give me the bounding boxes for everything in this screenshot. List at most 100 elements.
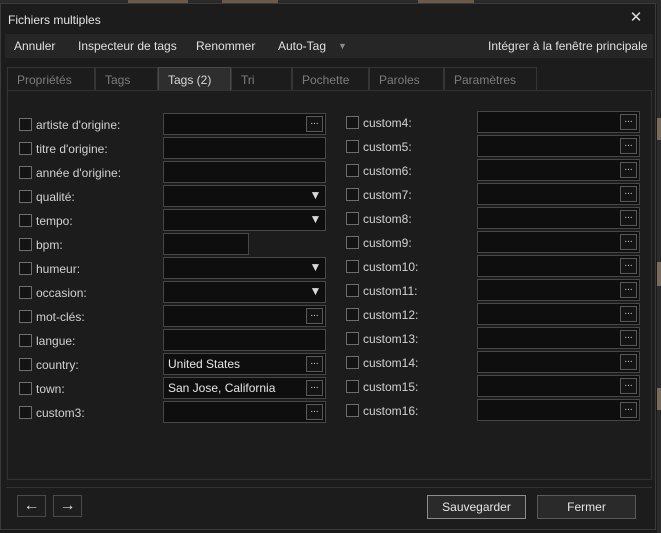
menu-cancel[interactable]: Annuler — [14, 39, 55, 53]
field-checkbox[interactable] — [346, 260, 359, 273]
field-checkbox[interactable] — [19, 406, 32, 419]
field-input[interactable]: ... — [477, 207, 640, 229]
ellipsis-button[interactable]: ... — [620, 354, 637, 370]
field-input[interactable]: ... — [477, 327, 640, 349]
field-input[interactable]: ... — [477, 111, 640, 133]
ellipsis-button[interactable]: ... — [620, 210, 637, 226]
menu-embed-main-window[interactable]: Intégrer à la fenêtre principale — [488, 39, 647, 53]
field-input[interactable]: ... — [477, 351, 640, 373]
field-input[interactable]: ... — [477, 279, 640, 301]
field-checkbox[interactable] — [19, 358, 32, 371]
field-input[interactable]: ... — [477, 231, 640, 253]
field-checkbox[interactable] — [346, 404, 359, 417]
field-checkbox[interactable] — [19, 286, 32, 299]
field-input[interactable] — [163, 329, 326, 351]
field-checkbox[interactable] — [346, 380, 359, 393]
chevron-down-icon[interactable]: ▼ — [308, 212, 323, 228]
ellipsis-button[interactable]: ... — [620, 258, 637, 274]
field-input[interactable]: ... — [477, 183, 640, 205]
close-button[interactable]: Fermer — [537, 495, 636, 519]
tab-tri[interactable]: Tri — [231, 67, 292, 91]
field-dropdown[interactable]: ▼ — [163, 209, 326, 231]
left-field-row: mot-clés:... — [19, 305, 329, 328]
back-arrow-icon[interactable]: ← — [17, 495, 46, 517]
field-input[interactable]: ... — [163, 113, 326, 135]
left-field-row: langue: — [19, 329, 329, 352]
ellipsis-button[interactable]: ... — [306, 356, 323, 372]
ellipsis-button[interactable]: ... — [620, 162, 637, 178]
ellipsis-button[interactable]: ... — [620, 186, 637, 202]
field-checkbox[interactable] — [19, 214, 32, 227]
field-input[interactable]: ... — [477, 399, 640, 421]
tab-tags[interactable]: Tags — [95, 67, 158, 91]
field-checkbox[interactable] — [346, 140, 359, 153]
chevron-down-icon[interactable]: ▼ — [338, 41, 347, 51]
close-icon[interactable]: ✕ — [625, 8, 647, 28]
chevron-down-icon[interactable]: ▼ — [308, 188, 323, 204]
ellipsis-button[interactable]: ... — [620, 330, 637, 346]
field-checkbox[interactable] — [19, 118, 32, 131]
field-label: custom8: — [363, 212, 412, 226]
field-dropdown[interactable]: ▼ — [163, 281, 326, 303]
field-label: artiste d'origine: — [36, 118, 121, 132]
field-input[interactable] — [163, 233, 249, 255]
ellipsis-button[interactable]: ... — [620, 114, 637, 130]
background-thumbnail — [657, 118, 661, 140]
field-checkbox[interactable] — [346, 164, 359, 177]
field-checkbox[interactable] — [346, 356, 359, 369]
menu-tag-inspector[interactable]: Inspecteur de tags — [78, 39, 177, 53]
field-input[interactable]: ... — [477, 159, 640, 181]
field-input[interactable]: ... — [477, 303, 640, 325]
tab-paroles[interactable]: Paroles — [369, 67, 444, 91]
field-input[interactable]: ... — [477, 135, 640, 157]
tab-tags-2[interactable]: Tags (2) — [158, 67, 231, 92]
field-input[interactable]: United States... — [163, 353, 326, 375]
menu-bar: Annuler Inspecteur de tags Renommer Auto… — [5, 34, 653, 58]
save-button[interactable]: Sauvegarder — [427, 495, 526, 519]
tab-paramètres[interactable]: Paramètres — [444, 67, 537, 91]
chevron-down-icon[interactable]: ▼ — [308, 260, 323, 276]
field-input[interactable]: ... — [477, 375, 640, 397]
field-input[interactable]: ... — [163, 401, 326, 423]
ellipsis-button[interactable]: ... — [620, 234, 637, 250]
tab-propriétés[interactable]: Propriétés — [7, 67, 95, 91]
field-checkbox[interactable] — [346, 116, 359, 129]
field-checkbox[interactable] — [346, 188, 359, 201]
field-input[interactable]: San Jose, California... — [163, 377, 326, 399]
field-dropdown[interactable]: ▼ — [163, 185, 326, 207]
menu-auto-tag[interactable]: Auto-Tag — [278, 39, 326, 53]
field-checkbox[interactable] — [19, 310, 32, 323]
forward-arrow-icon[interactable]: → — [53, 495, 82, 517]
field-input[interactable] — [163, 137, 326, 159]
field-dropdown[interactable]: ▼ — [163, 257, 326, 279]
field-checkbox[interactable] — [346, 332, 359, 345]
ellipsis-button[interactable]: ... — [620, 138, 637, 154]
field-checkbox[interactable] — [19, 238, 32, 251]
field-input[interactable]: ... — [163, 305, 326, 327]
ellipsis-button[interactable]: ... — [620, 402, 637, 418]
field-checkbox[interactable] — [19, 142, 32, 155]
ellipsis-button[interactable]: ... — [306, 404, 323, 420]
ellipsis-button[interactable]: ... — [306, 116, 323, 132]
field-checkbox[interactable] — [19, 190, 32, 203]
field-checkbox[interactable] — [346, 308, 359, 321]
ellipsis-button[interactable]: ... — [620, 306, 637, 322]
field-checkbox[interactable] — [346, 212, 359, 225]
left-field-row: titre d'origine: — [19, 137, 329, 160]
window-title: Fichiers multiples — [8, 13, 101, 27]
ellipsis-button[interactable]: ... — [620, 378, 637, 394]
ellipsis-button[interactable]: ... — [306, 380, 323, 396]
field-checkbox[interactable] — [19, 166, 32, 179]
ellipsis-button[interactable]: ... — [306, 308, 323, 324]
field-checkbox[interactable] — [19, 262, 32, 275]
field-input[interactable] — [163, 161, 326, 183]
field-checkbox[interactable] — [19, 382, 32, 395]
tab-pochette[interactable]: Pochette — [292, 67, 369, 91]
field-checkbox[interactable] — [346, 236, 359, 249]
field-checkbox[interactable] — [346, 284, 359, 297]
menu-rename[interactable]: Renommer — [196, 39, 255, 53]
chevron-down-icon[interactable]: ▼ — [308, 284, 323, 300]
field-checkbox[interactable] — [19, 334, 32, 347]
ellipsis-button[interactable]: ... — [620, 282, 637, 298]
field-input[interactable]: ... — [477, 255, 640, 277]
